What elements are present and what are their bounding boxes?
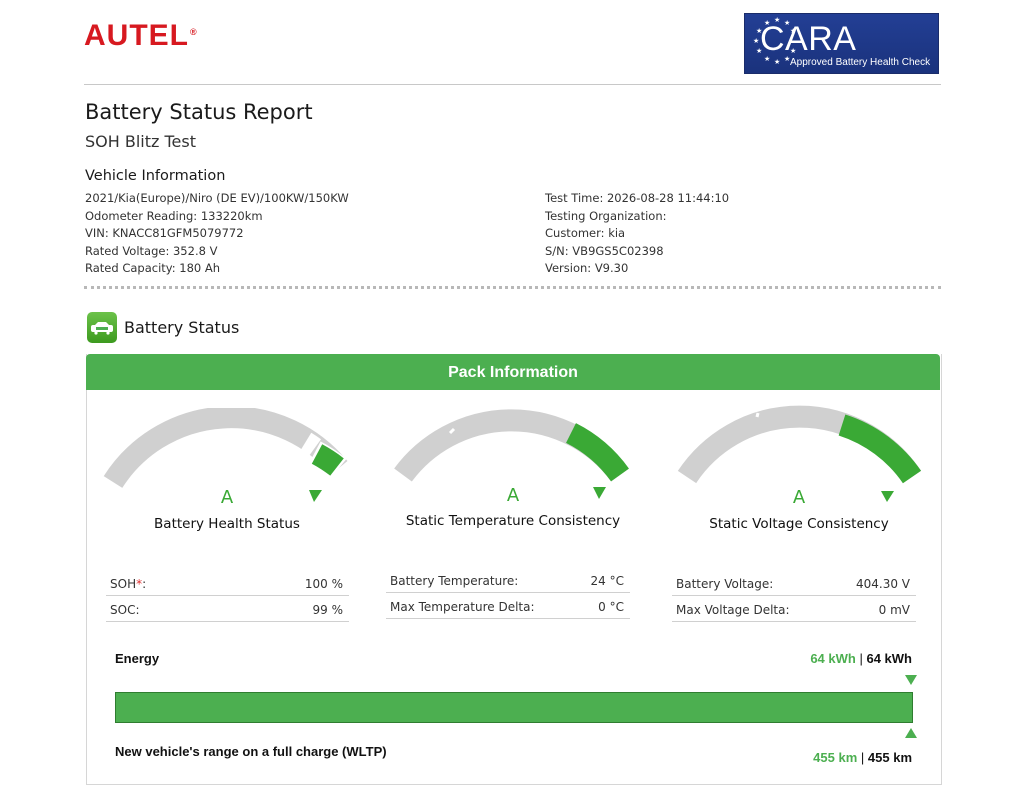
range-label: New vehicle's range on a full charge (WL… — [115, 744, 387, 759]
vehicle-info-heading: Vehicle Information — [85, 168, 226, 184]
battery-status-heading: Battery Status — [124, 318, 240, 337]
temperature-label: Static Temperature Consistency — [405, 513, 621, 529]
header-divider — [84, 84, 941, 85]
max-voltage-delta-value: 0 mV — [878, 603, 910, 617]
max-temperature-delta-row: Max Temperature Delta: 0 °C — [386, 593, 630, 619]
battery-health-grade: A — [220, 487, 234, 508]
energy-value: 64 kWh | 64 kWh — [810, 651, 912, 667]
gauge-fill — [565, 423, 629, 482]
rated-voltage: Rated Voltage: 352.8 V — [85, 243, 218, 258]
soc-value: 99 % — [312, 603, 344, 617]
range-value: 455 km | 455 km — [813, 750, 912, 766]
autel-logo: AUTEL® — [84, 19, 198, 52]
gauge-gap — [755, 412, 760, 418]
battery-car-icon — [87, 312, 117, 343]
gauge-fill — [311, 444, 344, 476]
gauge-marker-icon — [593, 487, 606, 499]
cara-word: CARA — [760, 20, 857, 58]
report-title: Battery Status Report — [85, 100, 313, 124]
soh-row: SOH*: 100 % — [106, 570, 349, 596]
voltage-grade: A — [792, 487, 806, 508]
gauge-gap — [298, 432, 322, 459]
battery-temperature-label: Battery Temperature: — [390, 574, 519, 588]
soh-value: 100 % — [304, 577, 343, 591]
vehicle-info-left: 2021/Kia(Europe)/Niro (DE EV)/100KW/150K… — [85, 190, 349, 278]
soc-label: SOC: — [110, 603, 140, 617]
cara-badge: ★ ★ ★ ★ ★ ★ ★ ★ ★ ★ ★ CARA Approved Battery Hea… — [744, 13, 939, 74]
vin: VIN: KNACC81GFM5079772 — [85, 226, 244, 241]
cara-subtitle: Approved Battery Health Check — [790, 57, 931, 68]
energy-marker-icon — [905, 675, 917, 685]
gauge-fill — [838, 414, 922, 484]
odometer-reading: Odometer Reading: 133220km — [85, 208, 263, 223]
max-temperature-delta-value: 0 °C — [598, 600, 624, 614]
soh-colon: : — [142, 577, 147, 591]
soc-row: SOC: 99 % — [106, 596, 349, 622]
gauge-marker-icon — [309, 490, 322, 502]
customer: Customer: kia — [545, 226, 626, 241]
rated-capacity: Rated Capacity: 180 Ah — [85, 261, 221, 276]
max-voltage-delta-row: Max Voltage Delta: 0 mV — [672, 596, 916, 622]
battery-temperature-value: 24 °C — [590, 574, 624, 588]
pack-info-header: Pack Information — [86, 354, 940, 390]
energy-separator: | — [859, 651, 863, 666]
battery-voltage-label: Battery Voltage: — [676, 577, 774, 591]
max-voltage-delta-label: Max Voltage Delta: — [676, 603, 790, 617]
vehicle-model: 2021/Kia(Europe)/Niro (DE EV)/100KW/150K… — [85, 191, 349, 205]
battery-health-label: Battery Health Status — [154, 516, 300, 532]
energy-rated: 64 kWh — [866, 651, 912, 666]
voltage-label: Static Voltage Consistency — [709, 516, 889, 532]
energy-label: Energy — [115, 651, 160, 666]
test-time: Test Time: 2026-08-28 11:44:10 — [545, 191, 730, 205]
temperature-grade: A — [506, 485, 520, 506]
section-divider — [84, 286, 941, 289]
testing-organization: Testing Organization: — [545, 208, 667, 223]
report-subtitle: SOH Blitz Test — [85, 132, 196, 151]
svg-text:★: ★ — [774, 58, 780, 66]
serial-number: S/N: VB9GS5C02398 — [545, 243, 664, 258]
battery-voltage-value: 404.30 V — [855, 577, 910, 591]
svg-text:★: ★ — [753, 37, 759, 45]
max-temperature-delta-label: Max Temperature Delta: — [390, 600, 535, 614]
range-rated: 455 km — [867, 750, 912, 765]
energy-bar — [115, 692, 913, 723]
vehicle-info-right: Test Time: 2026-08-28 11:44:10 Testing O… — [545, 190, 729, 278]
software-version: Version: V9.30 — [545, 261, 629, 276]
gauge-marker-icon — [881, 491, 894, 502]
battery-voltage-row: Battery Voltage: 404.30 V — [672, 570, 916, 596]
battery-temperature-row: Battery Temperature: 24 °C — [386, 567, 630, 593]
range-separator: | — [860, 750, 865, 765]
range-current: 455 km — [813, 750, 858, 765]
range-marker-icon — [905, 728, 917, 738]
soh-label: SOH — [110, 577, 137, 591]
energy-current: 64 kWh — [810, 651, 856, 666]
